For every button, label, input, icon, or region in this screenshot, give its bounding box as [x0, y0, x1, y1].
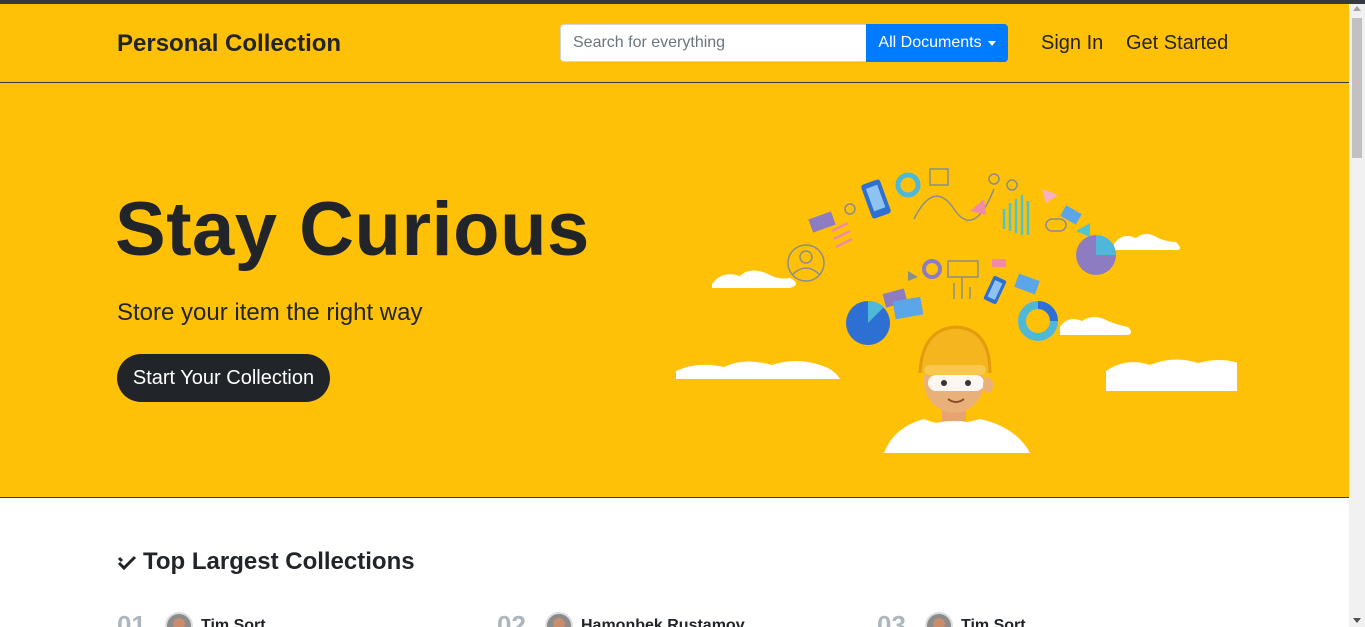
navbar: Personal Collection All Documents Sign I…	[0, 4, 1349, 83]
collection-item[interactable]: 03 Tim Sort	[877, 610, 1026, 627]
collection-item[interactable]: 02 Hamonbek Rustamov	[497, 610, 745, 627]
hero-title: Stay Curious	[115, 187, 590, 272]
search-input[interactable]	[560, 24, 866, 62]
get-started-link[interactable]: Get Started	[1126, 32, 1228, 55]
top-collections-title: Top Largest Collections	[143, 548, 415, 575]
sign-in-link[interactable]: Sign In	[1041, 32, 1103, 55]
documents-dropdown-label: All Documents	[878, 34, 982, 51]
collection-owner[interactable]: Hamonbek Rustamov	[581, 617, 745, 627]
hero-subtitle: Store your item the right way	[117, 299, 423, 326]
search-group: All Documents	[560, 24, 1008, 62]
start-collection-button[interactable]: Start Your Collection	[117, 354, 330, 402]
avatar	[165, 611, 193, 627]
collection-item[interactable]: 01 Tim Sort	[117, 610, 266, 627]
documents-dropdown-button[interactable]: All Documents	[866, 24, 1008, 62]
hero-illustration	[676, 168, 1237, 453]
caret-down-icon	[987, 40, 996, 46]
collection-rank: 01	[117, 610, 146, 627]
hero-section: Stay Curious Store your item the right w…	[0, 83, 1349, 498]
scroll-down-arrow-icon[interactable]	[1353, 618, 1361, 623]
brand-logo[interactable]: Personal Collection	[117, 30, 341, 58]
collection-rank: 02	[497, 610, 526, 627]
scroll-up-arrow-icon[interactable]	[1353, 6, 1361, 11]
avatar	[545, 611, 573, 627]
top-collections-heading: Top Largest Collections	[117, 548, 415, 576]
page-scrollbar[interactable]	[1349, 4, 1365, 627]
avatar	[925, 611, 953, 627]
collection-rank: 03	[877, 610, 906, 627]
double-check-icon	[117, 555, 137, 571]
collection-owner[interactable]: Tim Sort	[201, 617, 266, 627]
collection-owner[interactable]: Tim Sort	[961, 617, 1026, 627]
scroll-thumb[interactable]	[1352, 18, 1362, 158]
